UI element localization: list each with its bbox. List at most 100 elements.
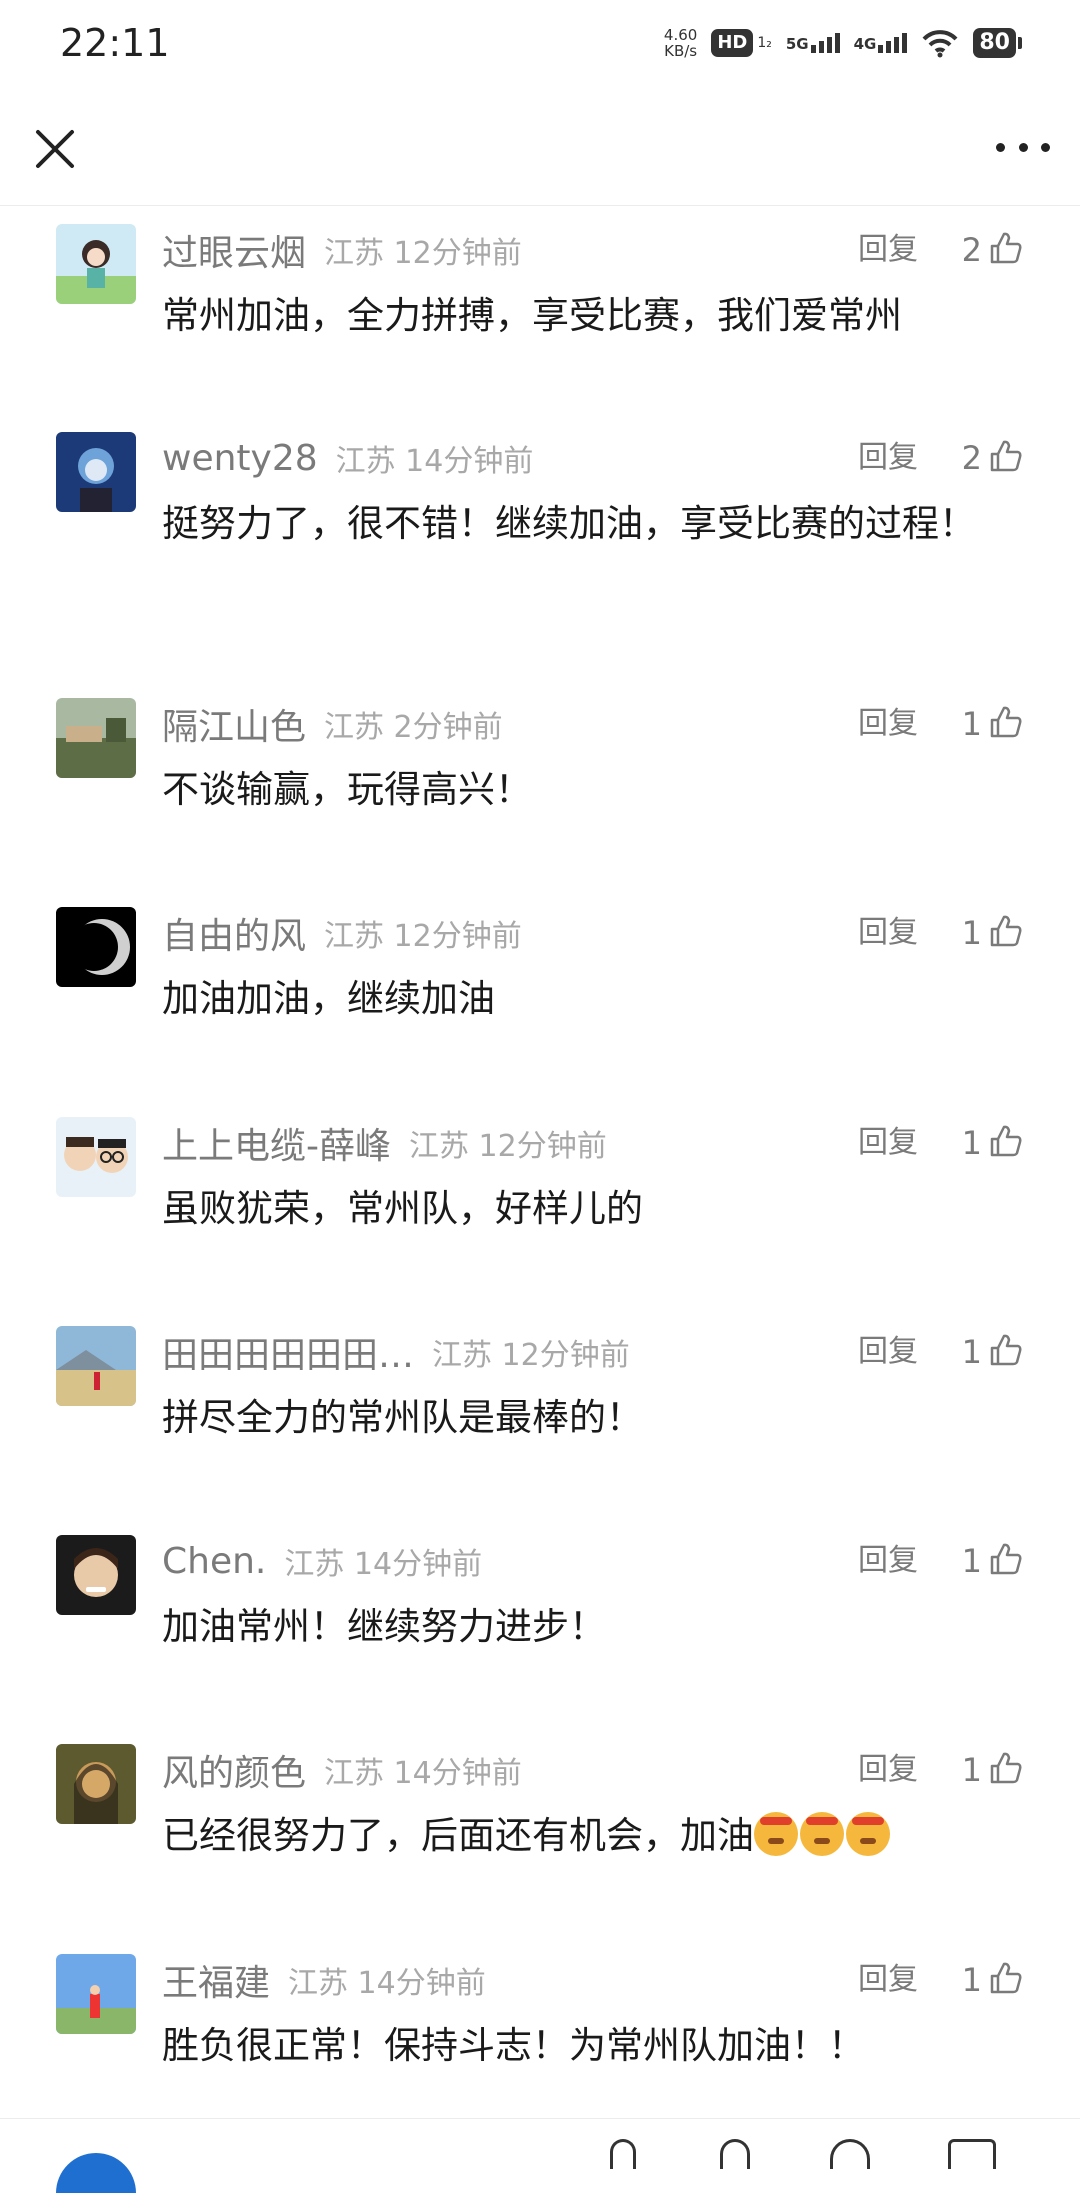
status-bar: 22:11 4.60 KB/s HD 1₂ 5G 4G 80 (0, 0, 1080, 86)
comment-username[interactable]: 自由的风 (162, 907, 306, 959)
comment-text-content: 加油加油，继续加油 (162, 977, 495, 1020)
status-time: 22:11 (60, 21, 170, 65)
comment-text-content: 胜负很正常！保持斗志！为常州队加油！！ (162, 2024, 865, 2067)
reply-button[interactable]: 回复 (858, 1539, 918, 1583)
like-count: 1 (961, 705, 982, 743)
comment-text-content: 不谈输赢，玩得高兴！ (162, 768, 532, 811)
thumbs-up-icon (988, 1123, 1024, 1163)
determined-face-emoji-icon (800, 1812, 844, 1856)
thumbs-up-icon (988, 1750, 1024, 1790)
comment-header: 风的颜色 江苏 14分钟前 (162, 1748, 1080, 1794)
comment-header: 田田田田田田… 江苏 12分钟前 (162, 1330, 1080, 1376)
comment-header: wenty28 江苏 14分钟前 (162, 436, 1080, 480)
comment-username[interactable]: 过眼云烟 (162, 224, 306, 276)
reply-button[interactable]: 回复 (858, 1958, 918, 2002)
like-count: 1 (961, 1961, 982, 1999)
share-action-icon[interactable] (720, 2139, 750, 2169)
comment-text: 加油加油，继续加油 (162, 971, 982, 1027)
comment-action-icon[interactable] (948, 2139, 996, 2169)
comment-username[interactable]: 隔江山色 (162, 698, 306, 750)
user-avatar[interactable] (56, 1744, 136, 1824)
battery-icon: 80 (973, 28, 1022, 58)
thumbs-up-icon (988, 1332, 1024, 1372)
comment-header: Chen. 江苏 14分钟前 (162, 1539, 1080, 1583)
comment-meta: 江苏 12分钟前 (432, 1338, 630, 1373)
comment-username[interactable]: 上上电缆-薛峰 (162, 1117, 391, 1169)
signal-4g-icon: 4G (854, 33, 908, 53)
comment-text: 胜负很正常！保持斗志！为常州队加油！！ (162, 2018, 982, 2074)
hd-icon: HD (711, 29, 754, 57)
comment-text: 不谈输赢，玩得高兴！ (162, 762, 982, 818)
status-icons: 4.60 KB/s HD 1₂ 5G 4G 80 (664, 27, 1022, 59)
like-button[interactable]: 1 (962, 1539, 1024, 1583)
comment-header: 隔江山色 江苏 2分钟前 (162, 702, 1080, 748)
user-avatar[interactable] (56, 1117, 136, 1197)
comment-meta: 江苏 14分钟前 (335, 444, 534, 479)
reply-button[interactable]: 回复 (858, 436, 918, 480)
like-count: 2 (961, 439, 982, 477)
user-avatar[interactable] (56, 1535, 136, 1615)
comment-header: 自由的风 江苏 12分钟前 (162, 911, 1080, 957)
reply-button[interactable]: 回复 (858, 1121, 918, 1165)
like-button[interactable]: 2 (962, 228, 1024, 272)
like-count: 1 (961, 914, 982, 952)
comment-meta: 江苏 14分钟前 (284, 1547, 483, 1582)
like-count: 1 (961, 1333, 982, 1371)
comment-text-content: 已经很努力了，后面还有机会，加油 (162, 1814, 754, 1857)
more-options-icon[interactable] (996, 134, 1050, 160)
thumbs-up-icon (988, 913, 1024, 953)
thumbs-up-icon (988, 1541, 1024, 1581)
hd-sub-label: 1₂ (757, 35, 772, 51)
comment-username[interactable]: 田田田田田田… (162, 1326, 414, 1378)
like-count: 1 (961, 1751, 982, 1789)
like-action-icon[interactable] (610, 2139, 636, 2169)
thumbs-up-icon (988, 704, 1024, 744)
network-speed-value: 4.60 (663, 26, 698, 44)
signal-5g-label: 5G (785, 35, 809, 53)
like-button[interactable]: 2 (962, 436, 1024, 480)
user-avatar[interactable] (56, 432, 136, 512)
comment-text: 虽败犹荣，常州队，好样儿的 (162, 1181, 982, 1237)
user-avatar[interactable] (56, 224, 136, 304)
comment-header: 过眼云烟 江苏 12分钟前 (162, 228, 1080, 274)
network-speed-unit: KB/s (664, 42, 698, 60)
comment-text: 拼尽全力的常州队是最棒的！ (162, 1390, 982, 1446)
comment-meta: 江苏 14分钟前 (324, 1756, 522, 1791)
comment-text-content: 加油常州！继续努力进步！ (162, 1605, 606, 1648)
comment-text: 已经很努力了，后面还有机会，加油 (162, 1808, 982, 1864)
like-button[interactable]: 1 (962, 1121, 1024, 1165)
user-avatar[interactable] (56, 1954, 136, 2034)
comment-header: 王福建 江苏 14分钟前 (162, 1958, 1080, 2004)
reply-button[interactable]: 回复 (858, 228, 918, 272)
determined-face-emoji-icon (754, 1812, 798, 1856)
comment-meta: 江苏 12分钟前 (324, 236, 522, 271)
like-button[interactable]: 1 (962, 1958, 1024, 2002)
favorite-action-icon[interactable] (830, 2139, 870, 2169)
reply-button[interactable]: 回复 (858, 702, 918, 746)
like-button[interactable]: 1 (962, 1748, 1024, 1792)
comment-username[interactable]: 风的颜色 (162, 1744, 306, 1796)
reply-button[interactable]: 回复 (858, 1748, 918, 1792)
like-button[interactable]: 1 (962, 1330, 1024, 1374)
thumbs-up-icon (988, 438, 1024, 478)
comment-header: 上上电缆-薛峰 江苏 12分钟前 (162, 1121, 1080, 1167)
my-avatar[interactable] (56, 2153, 136, 2193)
thumbs-up-icon (988, 230, 1024, 270)
comment-text: 加油常州！继续努力进步！ (162, 1599, 982, 1655)
close-icon[interactable] (30, 124, 80, 174)
user-avatar[interactable] (56, 1326, 136, 1406)
comment-username[interactable]: Chen. (162, 1541, 266, 1582)
user-avatar[interactable] (56, 698, 136, 778)
like-button[interactable]: 1 (962, 911, 1024, 955)
user-avatar[interactable] (56, 907, 136, 987)
like-count: 1 (961, 1542, 982, 1580)
comment-text: 挺努力了，很不错！继续加油，享受比赛的过程！ (162, 496, 982, 552)
comment-meta: 江苏 2分钟前 (324, 710, 503, 745)
reply-button[interactable]: 回复 (858, 1330, 918, 1374)
like-button[interactable]: 1 (962, 702, 1024, 746)
comment-meta: 江苏 12分钟前 (409, 1129, 607, 1164)
comment-username[interactable]: 王福建 (162, 1954, 270, 2006)
reply-button[interactable]: 回复 (858, 911, 918, 955)
comment-text-content: 拼尽全力的常州队是最棒的！ (162, 1396, 643, 1439)
comment-username[interactable]: wenty28 (162, 438, 318, 479)
